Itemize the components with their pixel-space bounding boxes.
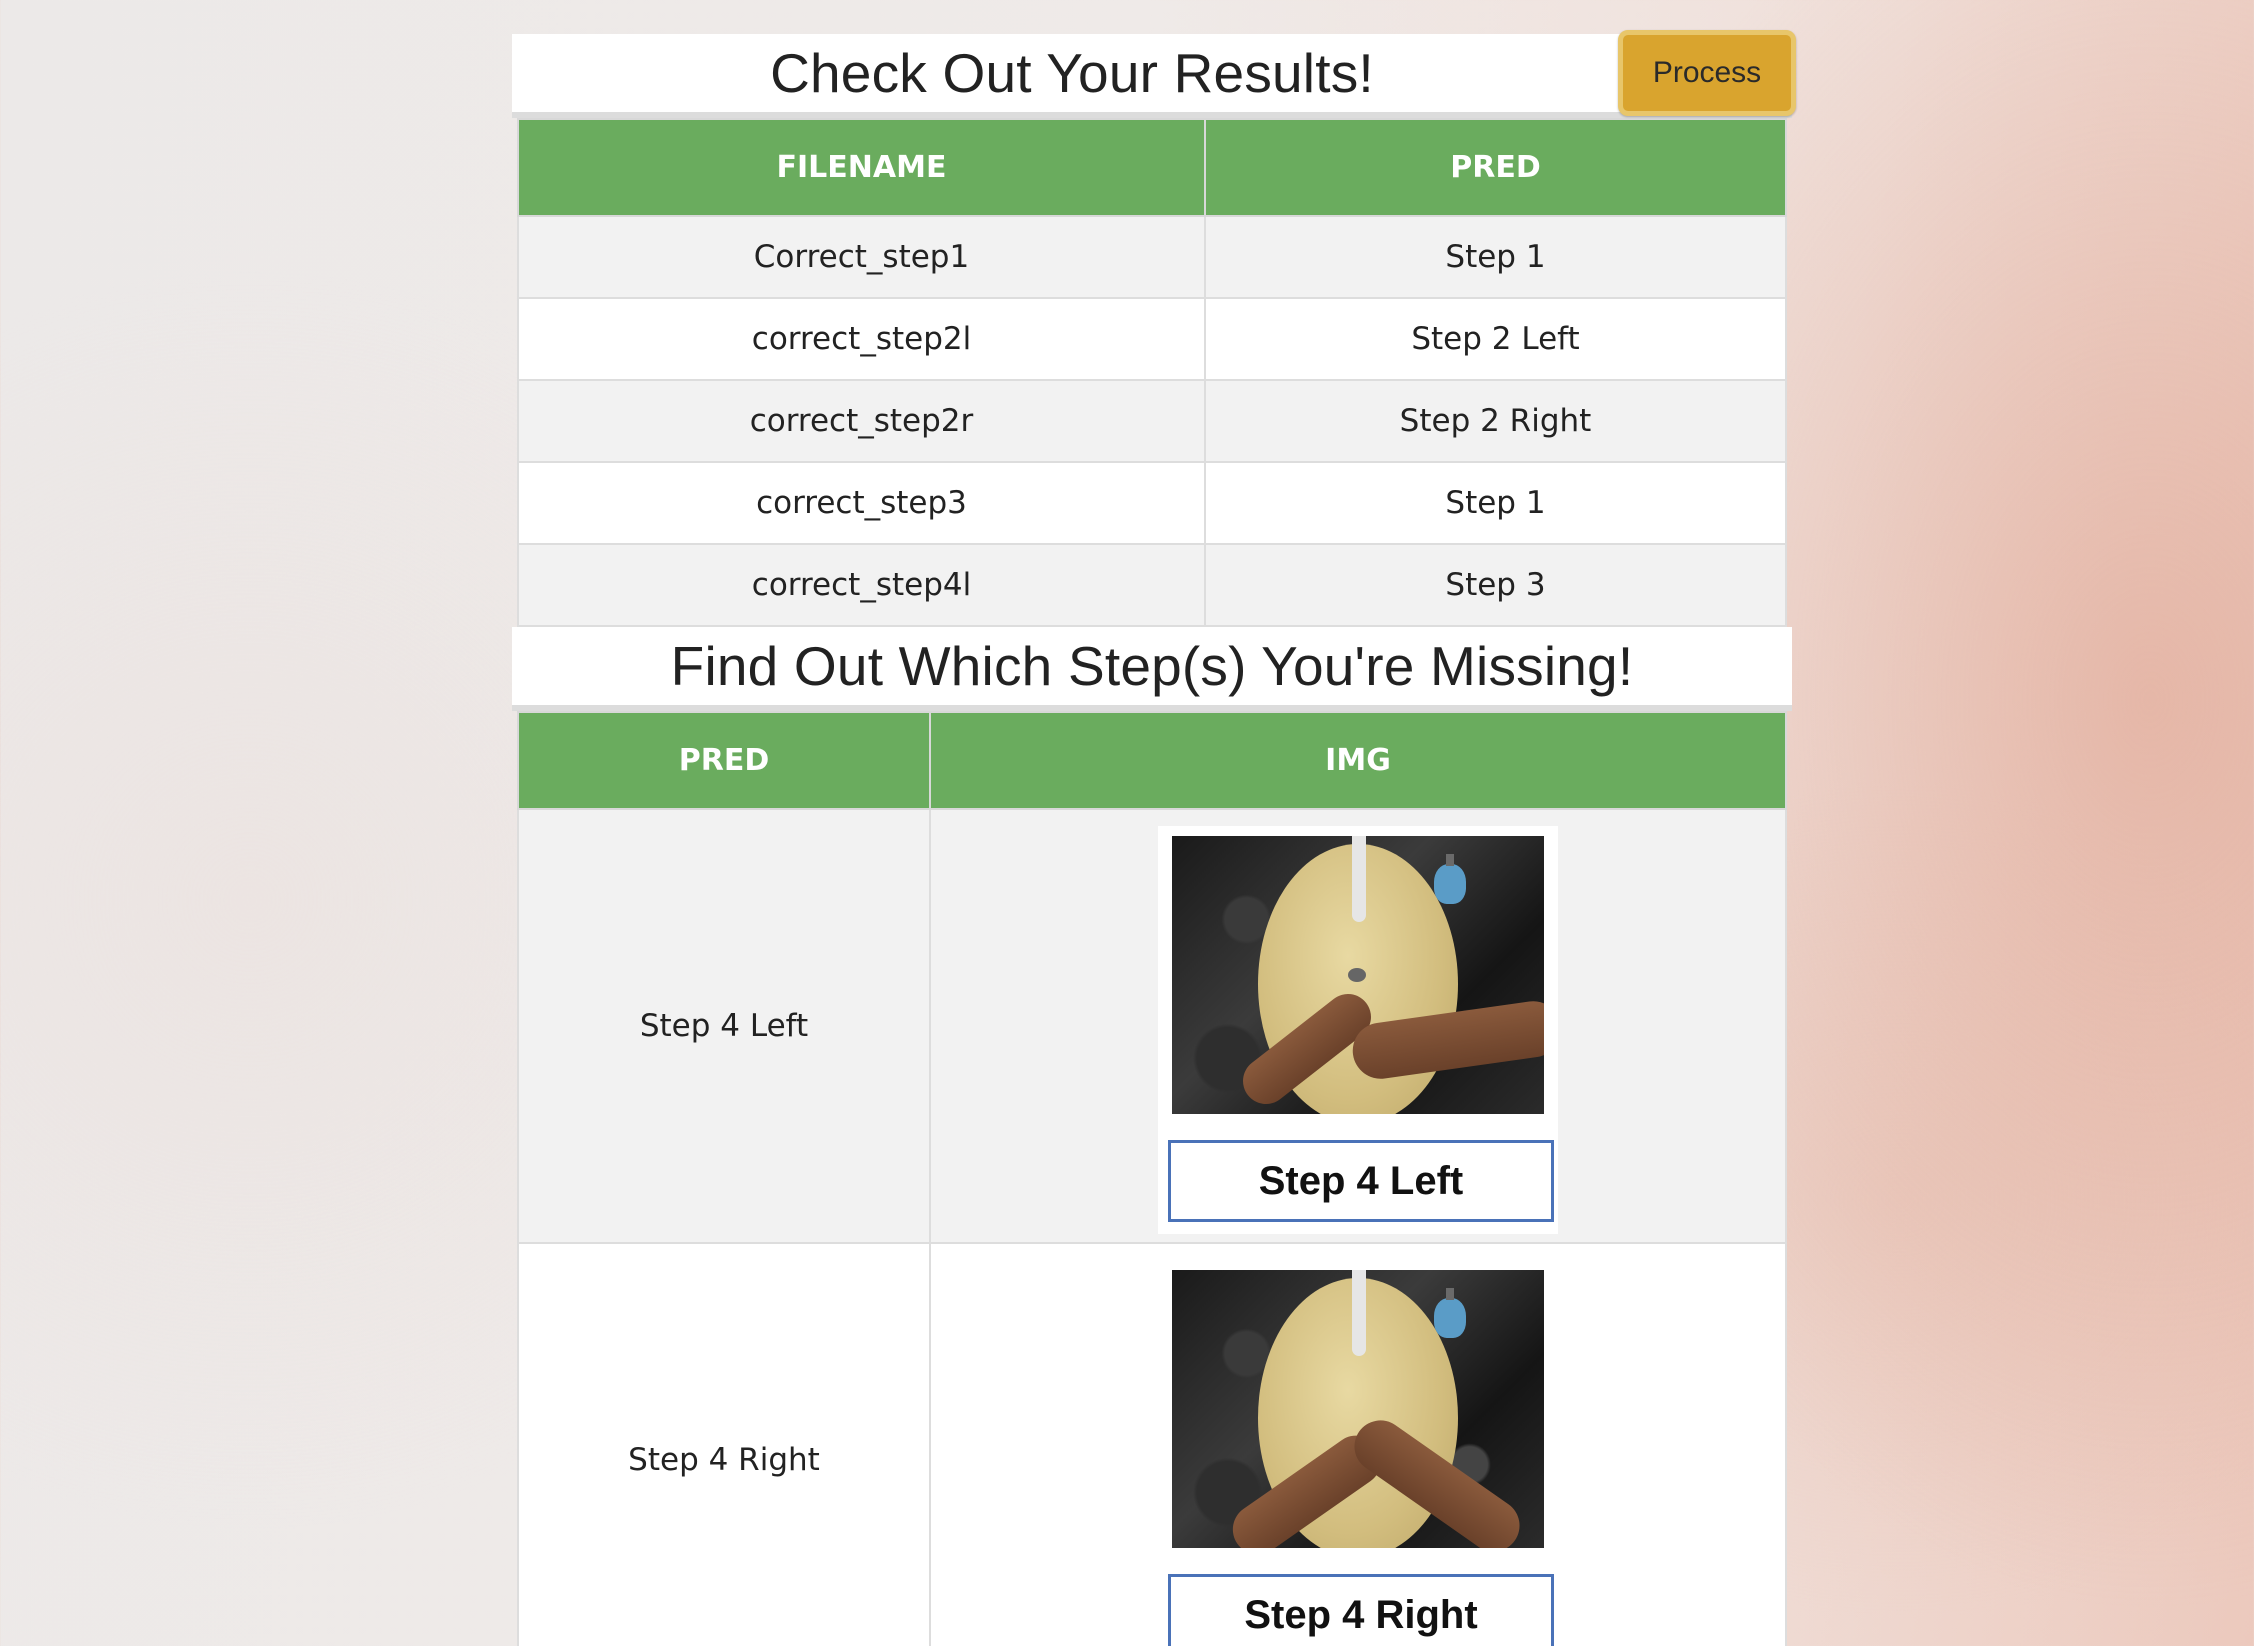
step-caption: Step 4 Right [1168,1574,1554,1646]
process-button[interactable]: Process [1618,30,1796,116]
step-image: Step 4 Right [1158,1260,1558,1646]
pred-cell: Step 2 Left [1204,297,1787,381]
column-header-pred: PRED [1204,118,1787,217]
missing-heading-bar: Find Out Which Step(s) You're Missing! [512,627,1792,711]
results-table: FILENAME PRED Correct_step1 Step 1 corre… [517,118,1787,627]
step-caption: Step 4 Left [1168,1140,1554,1222]
table-row: Correct_step1 Step 1 [517,215,1787,299]
soap-bottle-icon [1434,854,1466,904]
missing-table-header-row: PRED IMG [517,711,1787,810]
results-page: Check Out Your Results! Process FILENAME… [512,0,1796,1646]
img-cell: Step 4 Left [929,808,1787,1244]
results-table-header-row: FILENAME PRED [517,118,1787,217]
table-row: correct_step4l Step 3 [517,543,1787,627]
filename-cell: Correct_step1 [517,215,1206,299]
results-title: Check Out Your Results! [770,42,1374,104]
table-row: Step 4 Left Step 4 Left [517,808,1787,1244]
column-header-img: IMG [929,711,1787,810]
filename-cell: correct_step2l [517,297,1206,381]
handwashing-photo [1172,836,1544,1114]
pred-cell: Step 4 Right [517,1242,931,1646]
handwashing-photo [1172,1270,1544,1548]
missing-steps-table: PRED IMG Step 4 Left Step 4 Left Step 4 … [517,711,1787,1646]
filename-cell: correct_step4l [517,543,1206,627]
missing-title: Find Out Which Step(s) You're Missing! [670,635,1634,697]
pred-cell: Step 1 [1204,461,1787,545]
drain [1348,968,1366,982]
faucet [1352,1270,1366,1356]
step-image: Step 4 Left [1158,826,1558,1234]
pred-cell: Step 2 Right [1204,379,1787,463]
filename-cell: correct_step2r [517,379,1206,463]
pred-cell: Step 1 [1204,215,1787,299]
table-row: correct_step2r Step 2 Right [517,379,1787,463]
pred-cell: Step 4 Left [517,808,931,1244]
soap-bottle-icon [1434,1288,1466,1338]
results-heading-bar: Check Out Your Results! Process [512,30,1796,118]
pred-cell: Step 3 [1204,543,1787,627]
faucet [1352,836,1366,922]
img-cell: Step 4 Right [929,1242,1787,1646]
table-row: Step 4 Right Step 4 Right [517,1242,1787,1646]
column-header-pred: PRED [517,711,931,810]
column-header-filename: FILENAME [517,118,1206,217]
table-row: correct_step2l Step 2 Left [517,297,1787,381]
filename-cell: correct_step3 [517,461,1206,545]
table-row: correct_step3 Step 1 [517,461,1787,545]
